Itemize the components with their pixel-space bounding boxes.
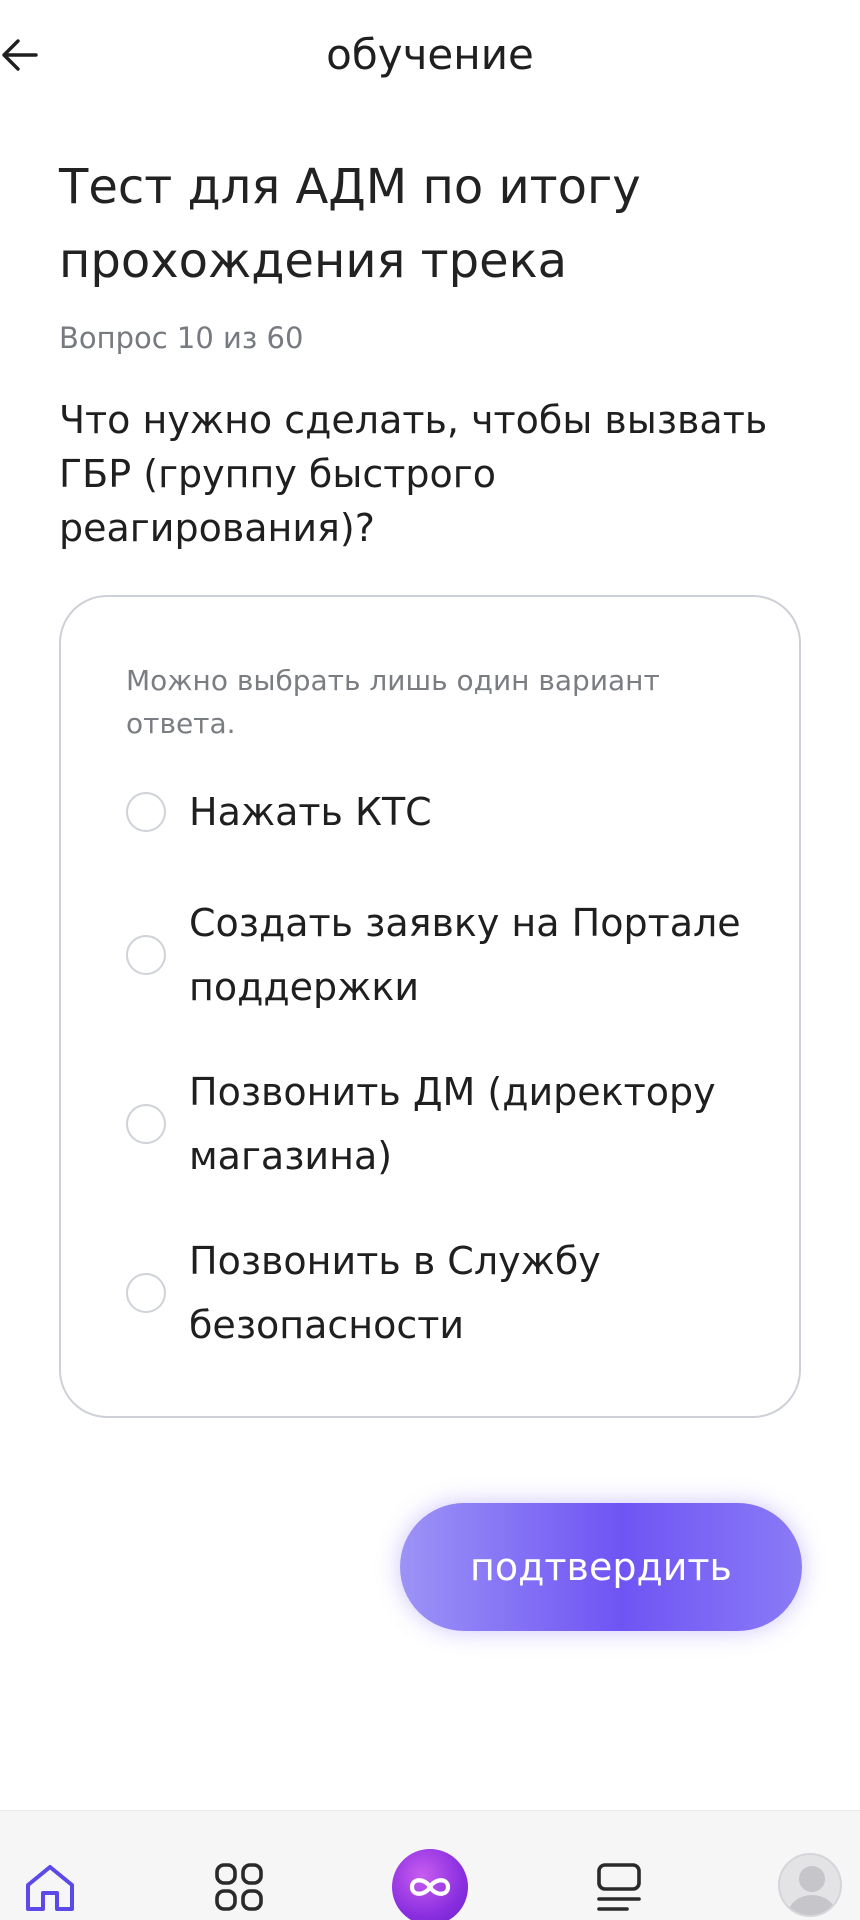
assistant-orb [392,1849,468,1920]
test-title: Тест для АДМ по итогу прохождения трека [59,159,641,289]
answer-option[interactable]: Нажать КТС [126,780,746,844]
confirm-button[interactable]: подтвердить [400,1503,802,1631]
radio-button[interactable] [126,935,166,975]
answer-option-label: Позвонить ДМ (директору магазина) [189,1070,716,1178]
learning-screen: обучение Тест для АДМ по итогу прохожден… [0,0,860,1920]
grid-icon [215,1863,263,1911]
avatar-icon [778,1853,842,1917]
home-icon [26,1865,74,1911]
question-text: Что нужно сделать, чтобы вызвать ГБР (гр… [59,398,768,550]
radio-button[interactable] [126,1273,166,1313]
radio-button[interactable] [126,792,166,832]
nav-home[interactable] [15,1859,85,1920]
feed-icon [597,1863,641,1911]
answer-option[interactable]: Позвонить в Службу безопасности [126,1229,746,1357]
nav-assistant[interactable] [391,1849,469,1920]
page-title: обучение [326,30,534,79]
answer-option-label: Создать заявку на Портале поддержки [189,901,741,1009]
answer-option[interactable]: Позвонить ДМ (директору магазина) [126,1060,746,1188]
nav-feed[interactable] [584,1859,654,1920]
answer-card: Можно выбрать лишь один вариант ответа. … [59,595,801,1418]
infinity-icon [409,1878,451,1896]
answer-option-label: Нажать КТС [189,790,432,834]
header: обучение [0,0,860,112]
bottom-nav [0,1810,860,1920]
answer-option-label: Позвонить в Службу безопасности [189,1239,601,1347]
nav-services[interactable] [204,1859,274,1920]
answer-option[interactable]: Создать заявку на Портале поддержки [126,891,746,1019]
radio-button[interactable] [126,1104,166,1144]
question-counter: Вопрос 10 из 60 [59,321,304,355]
nav-profile[interactable] [775,1853,845,1917]
answer-hint: Можно выбрать лишь один вариант ответа. [126,664,660,740]
